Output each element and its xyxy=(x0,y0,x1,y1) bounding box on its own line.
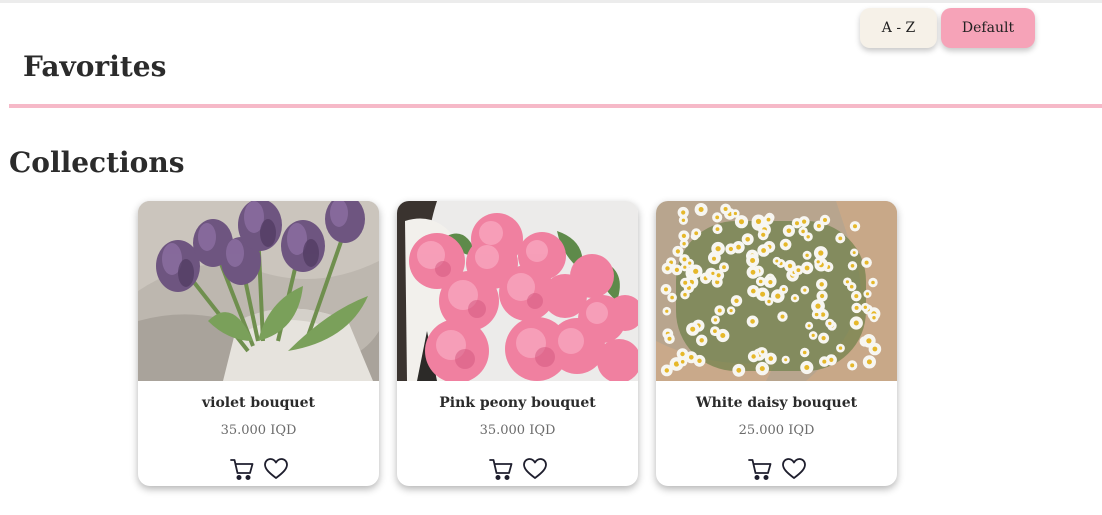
product-actions xyxy=(656,456,897,482)
product-card[interactable]: violet bouquet 35.000 IQD xyxy=(138,201,379,486)
product-name: violet bouquet xyxy=(201,395,315,411)
product-image[interactable] xyxy=(138,201,379,381)
product-price: 35.000 IQD xyxy=(479,423,556,438)
cart-icon[interactable] xyxy=(488,456,514,482)
sort-default-button[interactable]: Default xyxy=(941,8,1035,48)
heart-icon[interactable] xyxy=(263,456,289,482)
product-actions xyxy=(397,456,638,482)
page-title: Favorites xyxy=(23,50,167,83)
product-image[interactable] xyxy=(397,201,638,381)
product-name: White daisy bouquet xyxy=(695,395,858,411)
title-divider xyxy=(9,104,1102,108)
cart-icon[interactable] xyxy=(747,456,773,482)
product-actions xyxy=(138,456,379,482)
product-card[interactable]: White daisy bouquet 25.000 IQD xyxy=(656,201,897,486)
product-price: 25.000 IQD xyxy=(738,423,815,438)
product-card[interactable]: Pink peony bouquet 35.000 IQD xyxy=(397,201,638,486)
product-price: 35.000 IQD xyxy=(220,423,297,438)
heart-icon[interactable] xyxy=(522,456,548,482)
sort-a-z-button[interactable]: A - Z xyxy=(860,8,937,48)
cart-icon[interactable] xyxy=(229,456,255,482)
product-name: Pink peony bouquet xyxy=(439,395,596,411)
heart-icon[interactable] xyxy=(781,456,807,482)
top-divider xyxy=(0,0,1102,3)
collections-title: Collections xyxy=(9,146,185,179)
product-image[interactable] xyxy=(656,201,897,381)
